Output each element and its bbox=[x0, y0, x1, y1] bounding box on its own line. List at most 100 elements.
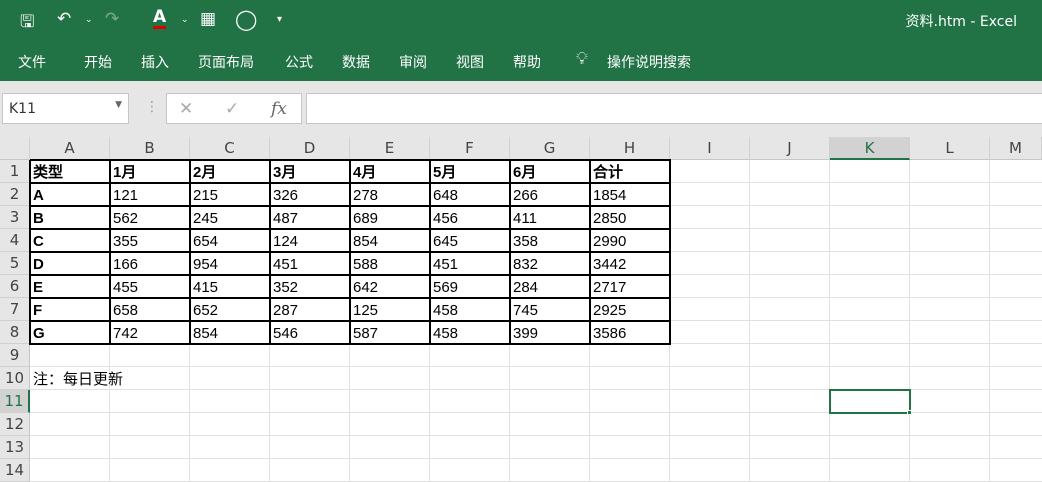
table-cell[interactable]: 451 bbox=[270, 252, 350, 275]
table-cell[interactable]: 125 bbox=[350, 298, 430, 321]
row-header-7[interactable]: 7 bbox=[0, 298, 30, 321]
tab-data[interactable]: 数据 bbox=[342, 52, 370, 72]
table-cell[interactable]: 832 bbox=[510, 252, 590, 275]
tab-page-layout[interactable]: 页面布局 bbox=[198, 52, 254, 72]
table-cell[interactable]: 399 bbox=[510, 321, 590, 344]
row-header-1[interactable]: 1 bbox=[0, 160, 30, 183]
insert-function-icon[interactable]: fx bbox=[271, 99, 287, 119]
table-cell[interactable]: 645 bbox=[430, 229, 510, 252]
column-header-K[interactable]: K bbox=[830, 137, 910, 160]
column-header-D[interactable]: D bbox=[270, 137, 350, 160]
borders-icon[interactable]: ▦ bbox=[200, 9, 216, 29]
table-cell[interactable]: 689 bbox=[350, 206, 430, 229]
table-cell[interactable]: 587 bbox=[350, 321, 430, 344]
table-cell[interactable]: 458 bbox=[430, 321, 510, 344]
formula-input[interactable] bbox=[306, 93, 1042, 124]
table-cell[interactable]: 455 bbox=[110, 275, 190, 298]
row-header-12[interactable]: 12 bbox=[0, 413, 30, 436]
table-cell[interactable]: 1854 bbox=[590, 183, 670, 206]
name-box[interactable]: K11 ▼ bbox=[2, 93, 129, 124]
table-cell[interactable]: 415 bbox=[190, 275, 270, 298]
table-cell[interactable]: 215 bbox=[190, 183, 270, 206]
table-cell[interactable]: D bbox=[30, 252, 110, 275]
row-header-4[interactable]: 4 bbox=[0, 229, 30, 252]
table-cell[interactable]: 658 bbox=[110, 298, 190, 321]
tab-file[interactable]: 文件 bbox=[18, 52, 46, 72]
selected-cell-k11[interactable] bbox=[829, 389, 911, 414]
save-icon[interactable]: 🖫 bbox=[20, 9, 34, 38]
table-cell[interactable]: 3586 bbox=[590, 321, 670, 344]
table-cell[interactable]: 2990 bbox=[590, 229, 670, 252]
table-cell[interactable]: 266 bbox=[510, 183, 590, 206]
table-cell[interactable]: 287 bbox=[270, 298, 350, 321]
row-header-3[interactable]: 3 bbox=[0, 206, 30, 229]
undo-icon[interactable]: ↶ bbox=[57, 9, 71, 29]
cancel-icon[interactable]: ✕ bbox=[179, 99, 193, 119]
table-cell[interactable]: 562 bbox=[110, 206, 190, 229]
row-header-6[interactable]: 6 bbox=[0, 275, 30, 298]
table-cell[interactable]: B bbox=[30, 206, 110, 229]
font-color-dropdown-icon[interactable]: ⌄ bbox=[181, 15, 189, 25]
chevron-down-icon[interactable]: ▼ bbox=[115, 100, 122, 110]
row-header-9[interactable]: 9 bbox=[0, 344, 30, 367]
fill-handle[interactable] bbox=[907, 410, 912, 415]
header-cell[interactable]: 5月 bbox=[430, 160, 510, 183]
table-cell[interactable]: 358 bbox=[510, 229, 590, 252]
column-header-E[interactable]: E bbox=[350, 137, 430, 160]
table-cell[interactable]: 451 bbox=[430, 252, 510, 275]
circle-shape-icon[interactable]: ◯ bbox=[235, 7, 257, 31]
table-cell[interactable]: 355 bbox=[110, 229, 190, 252]
undo-dropdown-icon[interactable]: ⌄ bbox=[85, 15, 93, 25]
table-cell[interactable]: 854 bbox=[190, 321, 270, 344]
table-cell[interactable]: 2717 bbox=[590, 275, 670, 298]
tab-review[interactable]: 审阅 bbox=[399, 52, 427, 72]
table-cell[interactable]: 124 bbox=[270, 229, 350, 252]
table-cell[interactable]: 121 bbox=[110, 183, 190, 206]
table-cell[interactable]: 2925 bbox=[590, 298, 670, 321]
table-cell[interactable]: 648 bbox=[430, 183, 510, 206]
header-cell[interactable]: 4月 bbox=[350, 160, 430, 183]
customize-toolbar-icon[interactable]: ▾ bbox=[277, 14, 282, 25]
table-cell[interactable]: 954 bbox=[190, 252, 270, 275]
table-cell[interactable]: 546 bbox=[270, 321, 350, 344]
tab-help[interactable]: 帮助 bbox=[513, 52, 541, 72]
column-header-M[interactable]: M bbox=[990, 137, 1042, 160]
header-cell[interactable]: 合计 bbox=[590, 160, 670, 183]
column-header-J[interactable]: J bbox=[750, 137, 830, 160]
spreadsheet-grid[interactable]: A B C D E F G H I J K L M 1 2 3 4 5 6 7 8 9 10 11 12 13 14 类型 1月 2月 3月… bbox=[0, 137, 1042, 482]
row-header-2[interactable]: 2 bbox=[0, 183, 30, 206]
column-header-F[interactable]: F bbox=[430, 137, 510, 160]
font-color-button[interactable]: A bbox=[153, 9, 167, 29]
row-header-11[interactable]: 11 bbox=[0, 390, 30, 413]
table-cell[interactable]: 245 bbox=[190, 206, 270, 229]
column-header-C[interactable]: C bbox=[190, 137, 270, 160]
table-cell[interactable]: A bbox=[30, 183, 110, 206]
row-header-5[interactable]: 5 bbox=[0, 252, 30, 275]
table-cell[interactable]: 411 bbox=[510, 206, 590, 229]
tab-view[interactable]: 视图 bbox=[456, 52, 484, 72]
table-cell[interactable]: 458 bbox=[430, 298, 510, 321]
table-cell[interactable]: 284 bbox=[510, 275, 590, 298]
column-header-I[interactable]: I bbox=[670, 137, 750, 160]
tab-formulas[interactable]: 公式 bbox=[285, 52, 313, 72]
column-header-B[interactable]: B bbox=[110, 137, 190, 160]
table-cell[interactable]: 278 bbox=[350, 183, 430, 206]
note-text[interactable]: 注：每日更新 bbox=[30, 367, 123, 390]
table-cell[interactable]: 569 bbox=[430, 275, 510, 298]
header-cell[interactable]: 类型 bbox=[30, 160, 110, 183]
tab-home[interactable]: 开始 bbox=[84, 52, 112, 72]
table-cell[interactable]: 326 bbox=[270, 183, 350, 206]
table-cell[interactable]: 745 bbox=[510, 298, 590, 321]
select-all-corner[interactable] bbox=[0, 137, 30, 160]
table-cell[interactable]: 654 bbox=[190, 229, 270, 252]
row-header-8[interactable]: 8 bbox=[0, 321, 30, 344]
header-cell[interactable]: 3月 bbox=[270, 160, 350, 183]
table-cell[interactable]: 352 bbox=[270, 275, 350, 298]
table-cell[interactable]: E bbox=[30, 275, 110, 298]
table-cell[interactable]: 456 bbox=[430, 206, 510, 229]
table-cell[interactable]: 2850 bbox=[590, 206, 670, 229]
redo-icon[interactable]: ↷ bbox=[105, 9, 119, 29]
table-cell[interactable]: C bbox=[30, 229, 110, 252]
table-cell[interactable]: 3442 bbox=[590, 252, 670, 275]
table-cell[interactable]: F bbox=[30, 298, 110, 321]
